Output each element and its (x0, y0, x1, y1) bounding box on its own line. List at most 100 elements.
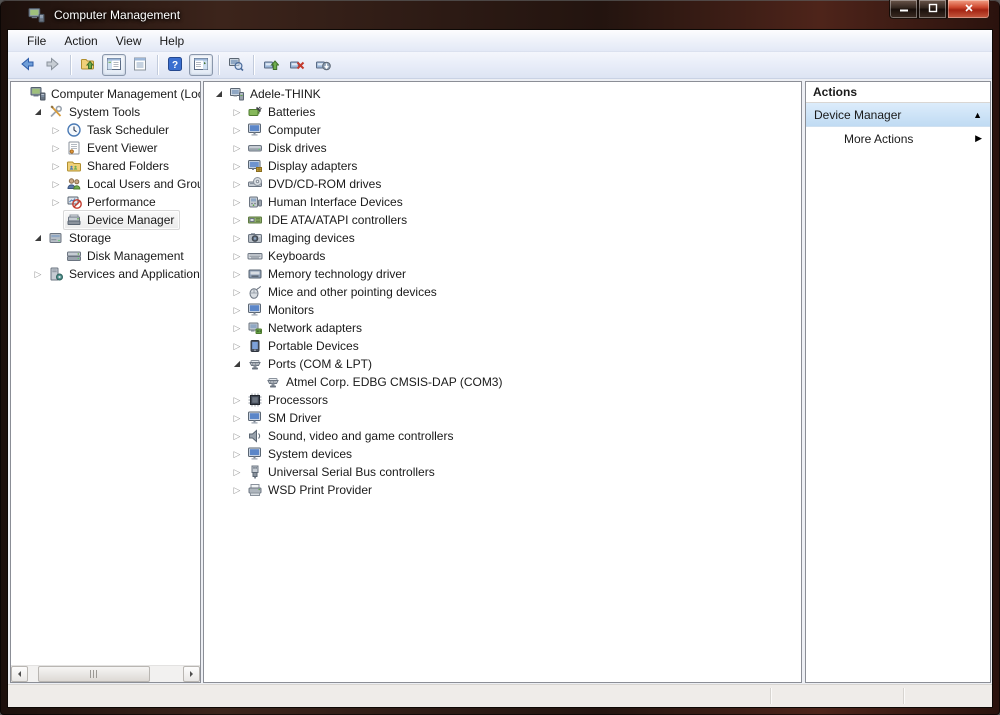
show-action-pane-button[interactable] (189, 54, 213, 76)
tree-item[interactable]: ▷Keyboards (204, 247, 801, 265)
action-more-actions[interactable]: More Actions ▶ (806, 127, 990, 150)
tree-item[interactable]: ▷IDE ATA/ATAPI controllers (204, 211, 801, 229)
tree-item[interactable]: ▷Local Users and Groups (11, 175, 200, 193)
expander-collapsed-icon[interactable]: ▷ (230, 391, 244, 409)
tree-item[interactable]: ▷Universal Serial Bus controllers (204, 463, 801, 481)
tree-item[interactable]: ▷Network adapters (204, 319, 801, 337)
computer-management-window: Computer Management FileActionViewHelp ?… (0, 0, 1000, 715)
tree-item[interactable]: ▷Imaging devices (204, 229, 801, 247)
expander-expanded-icon[interactable]: ◢ (230, 355, 244, 373)
up-level-button[interactable] (76, 54, 100, 76)
tree-item[interactable]: Atmel Corp. EDBG CMSIS-DAP (COM3) (204, 373, 801, 391)
menu-action[interactable]: Action (55, 31, 106, 51)
tree-item[interactable]: ▷Mice and other pointing devices (204, 283, 801, 301)
tree-item[interactable]: ▷Computer (204, 121, 801, 139)
tree-item[interactable]: Computer Management (Local) (11, 85, 200, 103)
expander-collapsed-icon[interactable]: ▷ (230, 409, 244, 427)
tree-item[interactable]: ▷DVD/CD-ROM drives (204, 175, 801, 193)
tree-item[interactable]: ▷Event Viewer (11, 139, 200, 157)
tree-item-content: Memory technology driver (244, 264, 412, 284)
menu-view[interactable]: View (107, 31, 151, 51)
expander-collapsed-icon[interactable]: ▷ (230, 247, 244, 265)
tree-item[interactable]: ▷WSD Print Provider (204, 481, 801, 499)
chevron-up-icon[interactable]: ▲ (973, 110, 982, 120)
scrollbar-track[interactable] (28, 666, 183, 682)
expander-collapsed-icon[interactable]: ▷ (230, 319, 244, 337)
close-button[interactable] (947, 0, 990, 19)
expander-collapsed-icon[interactable]: ▷ (230, 265, 244, 283)
expander-collapsed-icon[interactable]: ▷ (31, 265, 45, 283)
horizontal-scrollbar[interactable] (11, 665, 200, 682)
tree-item-content: Network adapters (244, 318, 368, 338)
tree-item[interactable]: ▷Human Interface Devices (204, 193, 801, 211)
tree-item[interactable]: ◢Ports (COM & LPT) (204, 355, 801, 373)
expander-expanded-icon[interactable]: ◢ (212, 85, 226, 103)
maximize-button[interactable] (918, 0, 947, 19)
tree-item[interactable]: ◢Storage (11, 229, 200, 247)
tree-item-content: Local Users and Groups (63, 174, 201, 194)
expander-collapsed-icon[interactable]: ▷ (230, 175, 244, 193)
show-console-tree-button[interactable] (102, 54, 126, 76)
tree-item[interactable]: ▷Display adapters (204, 157, 801, 175)
title-bar[interactable]: Computer Management (0, 0, 1000, 30)
tree-item[interactable]: ▷Sound, video and game controllers (204, 427, 801, 445)
tree-item[interactable]: ◢Adele-THINK (204, 85, 801, 103)
disable-device-button[interactable] (311, 54, 335, 76)
expander-collapsed-icon[interactable]: ▷ (230, 481, 244, 499)
tree-item[interactable]: ▷Portable Devices (204, 337, 801, 355)
tree-item[interactable]: ▷SM Driver (204, 409, 801, 427)
expander-collapsed-icon[interactable]: ▷ (230, 283, 244, 301)
expander-collapsed-icon[interactable]: ▷ (49, 157, 63, 175)
expander-collapsed-icon[interactable]: ▷ (230, 103, 244, 121)
tree-item-content: Human Interface Devices (244, 192, 409, 212)
update-driver-button[interactable] (259, 54, 283, 76)
menu-help[interactable]: Help (151, 31, 194, 51)
expander-collapsed-icon[interactable]: ▷ (230, 139, 244, 157)
expander-expanded-icon[interactable]: ◢ (31, 229, 45, 247)
action-group-device-manager[interactable]: Device Manager ▲ (806, 103, 990, 127)
tree-item[interactable]: ▷Task Scheduler (11, 121, 200, 139)
tree-item[interactable]: ▷Performance (11, 193, 200, 211)
expander-collapsed-icon[interactable]: ▷ (230, 157, 244, 175)
export-list-button[interactable] (128, 54, 152, 76)
back-button[interactable] (15, 54, 39, 76)
expander-collapsed-icon[interactable]: ▷ (230, 121, 244, 139)
scroll-left-button[interactable] (11, 666, 28, 682)
expander-collapsed-icon[interactable]: ▷ (230, 427, 244, 445)
tree-item[interactable]: ▷Shared Folders (11, 157, 200, 175)
tree-item[interactable]: ▷System devices (204, 445, 801, 463)
help-button[interactable]: ? (163, 54, 187, 76)
tree-item[interactable]: ▷ Services and Applications (11, 265, 200, 283)
expander-collapsed-icon[interactable]: ▷ (49, 139, 63, 157)
minimize-button[interactable] (889, 0, 918, 19)
expander-collapsed-icon[interactable]: ▷ (230, 211, 244, 229)
tree-item-content: IDE ATA/ATAPI controllers (244, 210, 413, 230)
tree-item[interactable]: ▷Processors (204, 391, 801, 409)
tree-item[interactable]: ▷Memory technology driver (204, 265, 801, 283)
scroll-right-button[interactable] (183, 666, 200, 682)
expander-collapsed-icon[interactable]: ▷ (49, 175, 63, 193)
expander-expanded-icon[interactable]: ◢ (31, 103, 45, 121)
expander-collapsed-icon[interactable]: ▷ (49, 193, 63, 211)
tree-item[interactable]: Device Manager (11, 211, 200, 229)
tree-item[interactable]: Disk Management (11, 247, 200, 265)
tree-item-label: Services and Applications (69, 265, 201, 283)
expander-collapsed-icon[interactable]: ▷ (230, 301, 244, 319)
tree-item[interactable]: ▷Batteries (204, 103, 801, 121)
device-tree: ◢Adele-THINK▷Batteries▷Computer▷Disk dri… (204, 85, 801, 499)
expander-collapsed-icon[interactable]: ▷ (230, 463, 244, 481)
tree-item-content: System Tools (45, 102, 146, 122)
forward-button[interactable] (41, 54, 65, 76)
expander-collapsed-icon[interactable]: ▷ (230, 229, 244, 247)
expander-collapsed-icon[interactable]: ▷ (230, 193, 244, 211)
expander-collapsed-icon[interactable]: ▷ (49, 121, 63, 139)
expander-collapsed-icon[interactable]: ▷ (230, 445, 244, 463)
tree-item[interactable]: ▷Monitors (204, 301, 801, 319)
expander-collapsed-icon[interactable]: ▷ (230, 337, 244, 355)
scan-hardware-changes-button[interactable] (224, 54, 248, 76)
scrollbar-thumb[interactable] (38, 666, 150, 682)
tree-item[interactable]: ▷Disk drives (204, 139, 801, 157)
uninstall-device-button[interactable] (285, 54, 309, 76)
menu-file[interactable]: File (18, 31, 55, 51)
tree-item[interactable]: ◢System Tools (11, 103, 200, 121)
